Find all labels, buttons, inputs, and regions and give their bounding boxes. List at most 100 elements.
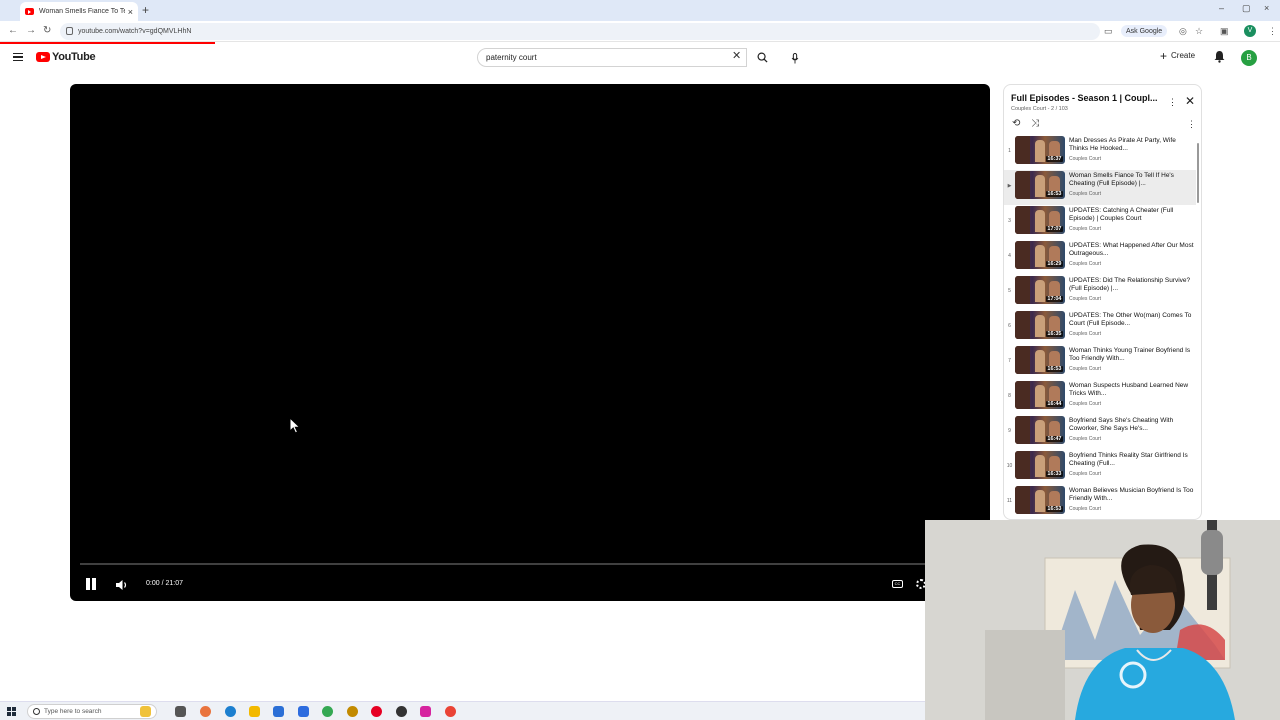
search-icon xyxy=(757,52,768,63)
pinterest-icon[interactable] xyxy=(371,706,382,717)
playlist-item-channel: Couples Court xyxy=(1069,366,1101,372)
new-tab-icon[interactable]: + xyxy=(142,3,149,17)
video-thumbnail[interactable]: 16:33 xyxy=(1015,451,1065,479)
copilot-icon[interactable] xyxy=(140,706,151,717)
pause-icon[interactable] xyxy=(85,578,97,590)
playlist-item-index: 7 xyxy=(1008,358,1011,364)
search-button[interactable] xyxy=(750,48,774,67)
minimize-icon[interactable]: – xyxy=(1219,3,1224,13)
search-input[interactable]: paternity court xyxy=(477,48,747,67)
instagram-icon[interactable] xyxy=(420,706,431,717)
playlist-item[interactable]: 10 16:33 Boyfriend Thinks Reality Star Gir… xyxy=(1004,450,1196,485)
playlist-more-icon[interactable]: ⋮ xyxy=(1168,97,1177,108)
address-bar[interactable]: youtube.com/watch?v=gdQMVLHhN xyxy=(60,23,1100,40)
video-thumbnail[interactable]: 17:04 xyxy=(1015,276,1065,304)
video-thumbnail[interactable]: 16:29 xyxy=(1015,241,1065,269)
eye-off-icon[interactable]: ◎ xyxy=(1179,26,1187,37)
ask-google-button[interactable]: Ask Google xyxy=(1121,25,1168,37)
playlist-item[interactable]: 5 17:04 UPDATES: Did The Relationship Surv… xyxy=(1004,275,1196,310)
video-progress-bar[interactable] xyxy=(80,563,980,565)
browser-profile-avatar[interactable]: V xyxy=(1244,25,1256,37)
playlist-actions-icon[interactable]: ⋮ xyxy=(1187,119,1196,130)
video-duration: 16:53 xyxy=(1045,191,1063,197)
chrome-icon[interactable] xyxy=(322,706,333,717)
playlist-item-title[interactable]: UPDATES: Did The Relationship Survive? (… xyxy=(1069,277,1196,294)
cast-icon[interactable]: ▭ xyxy=(1104,26,1113,37)
playlist-title[interactable]: Full Episodes - Season 1 | Coupl... xyxy=(1011,93,1171,103)
video-player[interactable]: 0:00 / 21:07 CC xyxy=(70,84,990,601)
playlist-item[interactable]: ▶ 16:53 Woman Smells Fiance To Tell If He'… xyxy=(1004,170,1196,205)
youtube-logo-text: YouTube xyxy=(52,51,96,63)
playlist-item-index: 6 xyxy=(1008,323,1011,329)
video-thumbnail[interactable]: 16:44 xyxy=(1015,381,1065,409)
playlist-item-title[interactable]: UPDATES: The Other Wo(man) Comes To Cour… xyxy=(1069,312,1196,329)
reload-icon[interactable]: ↻ xyxy=(43,25,51,36)
site-info-icon[interactable] xyxy=(66,27,73,35)
window-close-icon[interactable]: × xyxy=(1264,3,1269,13)
playlist-item-title[interactable]: Woman Smells Fiance To Tell If He's Chea… xyxy=(1069,172,1196,189)
loop-icon[interactable]: ⟲ xyxy=(1012,118,1020,129)
playlist-item-title[interactable]: Boyfriend Says She's Cheating With Cowor… xyxy=(1069,417,1196,434)
playlist-item-index: 10 xyxy=(1006,463,1013,469)
playlist-item-title[interactable]: UPDATES: What Happened After Our Most Ou… xyxy=(1069,242,1196,259)
video-thumbnail[interactable]: 16:37 xyxy=(1015,136,1065,164)
app-icon-2[interactable] xyxy=(347,706,358,717)
tab-title: Woman Smells Fiance To Tell If xyxy=(39,8,125,15)
playlist-item[interactable]: 6 16:35 UPDATES: The Other Wo(man) Comes T… xyxy=(1004,310,1196,345)
playlist-item[interactable]: 9 16:47 Boyfriend Says She's Cheating With… xyxy=(1004,415,1196,450)
account-avatar[interactable]: B xyxy=(1241,50,1257,66)
browser-tab[interactable]: Woman Smells Fiance To Tell If × xyxy=(20,2,138,21)
playlist-item[interactable]: 7 16:53 Woman Thinks Young Trainer Boyfrie… xyxy=(1004,345,1196,380)
playlist-item[interactable]: 3 17:07 UPDATES: Catching A Cheater (Full … xyxy=(1004,205,1196,240)
voice-search-button[interactable] xyxy=(786,49,804,67)
playlist-item-title[interactable]: Woman Believes Musician Boyfriend Is Too… xyxy=(1069,487,1196,504)
taskbar-search-input[interactable]: Type here to search xyxy=(27,704,157,719)
forward-icon[interactable]: → xyxy=(26,25,36,36)
volume-icon[interactable] xyxy=(115,578,129,590)
playlist-item-title[interactable]: Woman Thinks Young Trainer Boyfriend Is … xyxy=(1069,347,1196,364)
browser-app-icon[interactable] xyxy=(225,706,236,717)
windows-start-icon[interactable] xyxy=(7,707,16,716)
video-thumbnail[interactable]: 16:53 xyxy=(1015,346,1065,374)
screen: Woman Smells Fiance To Tell If × + – ▢ ×… xyxy=(0,0,1280,720)
extensions-icon[interactable]: ▣ xyxy=(1220,26,1229,37)
app-icon[interactable] xyxy=(298,706,309,717)
browser-toolbar: ← → ↻ youtube.com/watch?v=gdQMVLHhN xyxy=(0,21,1280,42)
playlist-item[interactable]: 8 16:44 Woman Suspects Husband Learned New… xyxy=(1004,380,1196,415)
playlist-scrollbar[interactable] xyxy=(1197,143,1199,203)
video-thumbnail[interactable]: 16:35 xyxy=(1015,311,1065,339)
video-thumbnail[interactable]: 16:53 xyxy=(1015,486,1065,514)
back-icon[interactable]: ← xyxy=(8,25,18,36)
task-view-icon[interactable] xyxy=(175,706,186,717)
playlist-item-title[interactable]: Boyfriend Thinks Reality Star Girlfriend… xyxy=(1069,452,1196,469)
store-icon[interactable] xyxy=(273,706,284,717)
chrome-icon-2[interactable] xyxy=(445,706,456,717)
maximize-icon[interactable]: ▢ xyxy=(1242,3,1251,14)
file-explorer-icon[interactable] xyxy=(249,706,260,717)
playlist-item-title[interactable]: Man Dresses As Pirate At Party, Wife Thi… xyxy=(1069,137,1196,154)
shuffle-icon[interactable]: ⤨ xyxy=(1031,118,1039,129)
video-thumbnail[interactable]: 16:53 xyxy=(1015,171,1065,199)
browser-menu-icon[interactable]: ⋮ xyxy=(1268,26,1277,37)
notifications-bell-icon[interactable] xyxy=(1214,50,1225,68)
playlist-item-title[interactable]: UPDATES: Catching A Cheater (Full Episod… xyxy=(1069,207,1196,224)
obs-icon[interactable] xyxy=(396,706,407,717)
video-duration: 16:53 xyxy=(1045,506,1063,512)
playlist-item[interactable]: 1 16:37 Man Dresses As Pirate At Party, Wi… xyxy=(1004,135,1196,170)
hamburger-menu-icon[interactable] xyxy=(13,53,23,61)
video-thumbnail[interactable]: 16:47 xyxy=(1015,416,1065,444)
tab-close-icon[interactable]: × xyxy=(128,7,133,17)
playlist-item-title[interactable]: Woman Suspects Husband Learned New Trick… xyxy=(1069,382,1196,399)
clear-search-icon[interactable]: ✕ xyxy=(732,51,741,62)
youtube-logo[interactable]: YouTube xyxy=(36,51,96,63)
subtitles-icon[interactable]: CC xyxy=(892,580,903,588)
edge-icon[interactable] xyxy=(200,706,211,717)
playlist-item[interactable]: 4 16:29 UPDATES: What Happened After Our M… xyxy=(1004,240,1196,275)
playlist-item[interactable]: 11 16:53 Woman Believes Musician Boyfriend… xyxy=(1004,485,1196,519)
bookmark-star-icon[interactable]: ☆ xyxy=(1195,26,1203,37)
create-button[interactable]: + Create xyxy=(1160,50,1195,62)
windows-taskbar: Type here to search xyxy=(0,701,925,720)
url-text: youtube.com/watch?v=gdQMVLHhN xyxy=(78,28,192,35)
video-thumbnail[interactable]: 17:07 xyxy=(1015,206,1065,234)
playlist-close-icon[interactable]: ✕ xyxy=(1185,94,1195,108)
